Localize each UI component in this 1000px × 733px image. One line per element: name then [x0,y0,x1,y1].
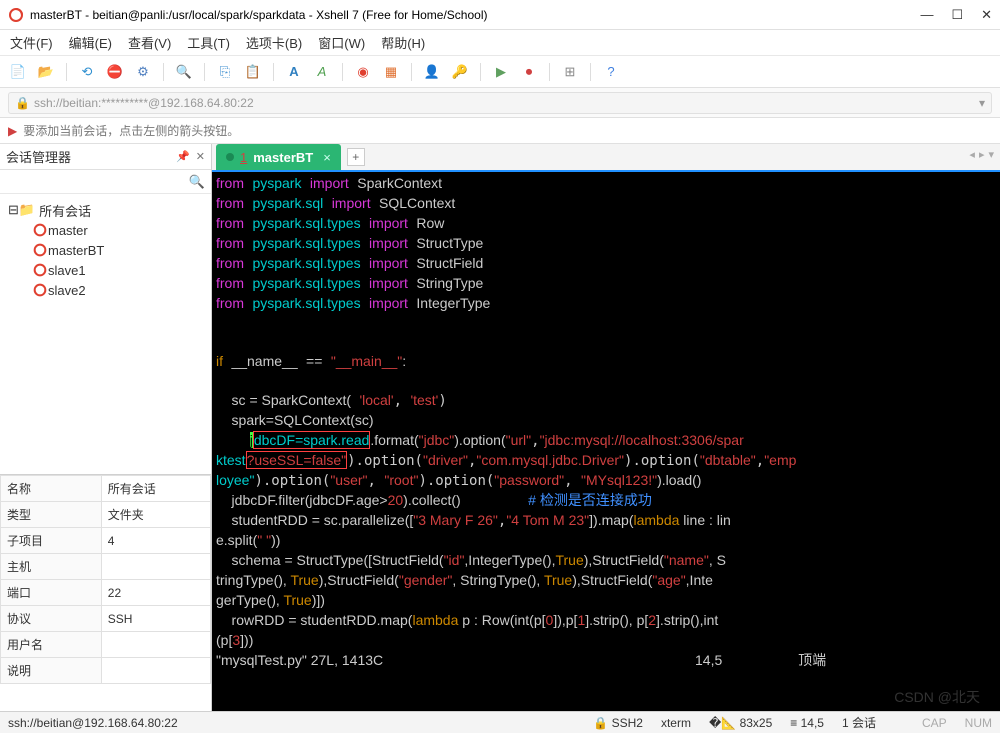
tree-root[interactable]: ⊟ 📁 所有会话 [4,200,207,220]
menu-tools[interactable]: 工具(T) [187,33,230,52]
tabbar: 1 masterBT × + ◂ ▸ ▾ [212,144,1000,172]
swirl-icon[interactable]: ◉ [353,62,373,82]
tab-status-icon [226,153,234,161]
reconnect-icon[interactable]: ⟲ [77,62,97,82]
help-icon[interactable]: ? [601,62,621,82]
session-icon [32,242,48,258]
session-manager-title: 会话管理器 [6,147,71,166]
flag-icon: ▶ [8,124,17,138]
session-item[interactable]: slave1 [4,260,207,280]
collapse-icon: ⊟ [8,202,19,218]
session-manager-header: 会话管理器 📌 ✕ [0,144,211,170]
new-session-icon[interactable]: 📄 [8,62,28,82]
prop-row: 名称所有会话 [1,476,211,502]
open-icon[interactable]: 📂 [36,62,56,82]
status-cursor: ≡ 14,5 [790,716,824,730]
script-icon[interactable]: ▶ [491,62,511,82]
session-icon [32,282,48,298]
disconnect-icon[interactable]: ⛔ [105,62,125,82]
prop-row: 主机 [1,554,211,580]
add-tab-button[interactable]: + [347,148,365,166]
menu-window[interactable]: 窗口(W) [318,33,365,52]
minimize-button[interactable]: — [920,7,933,23]
status-path: ssh://beitian@192.168.64.80:22 [8,716,178,730]
terminal[interactable]: from pyspark import SparkContext from py… [212,172,1000,711]
status-size: �📐 83x25 [709,716,772,730]
menu-view[interactable]: 查看(V) [128,33,171,52]
font-icon[interactable]: A [284,62,304,82]
content-area: 1 masterBT × + ◂ ▸ ▾ from pyspark import… [212,144,1000,711]
status-cap: CAP [922,716,947,730]
menu-tabs[interactable]: 选项卡(B) [246,33,302,52]
color-icon[interactable]: A [312,62,332,82]
toolbar: 📄 📂 ⟲ ⛔ ⚙ 🔍 ⎘ 📋 A A ◉ ▦ 👤 🔑 ▶ ⏺ ⊞ ? [0,56,1000,88]
grid-icon[interactable]: ▦ [381,62,401,82]
tab-close-icon[interactable]: × [323,150,331,165]
sidebar: 会话管理器 📌 ✕ 🔍 ⊟ 📁 所有会话 master masterBT [0,144,212,711]
props-icon[interactable]: ⚙ [133,62,153,82]
statusbar: ssh://beitian@192.168.64.80:22 🔒 SSH2 xt… [0,711,1000,733]
tab-active[interactable]: 1 masterBT × [216,144,341,170]
address-input[interactable]: 🔒 ssh://beitian:**********@192.168.64.80… [8,92,992,114]
magnifier-icon: 🔍 [189,174,205,190]
folder-icon: 📁 [19,202,35,218]
pin-icon[interactable]: 📌 [176,150,190,163]
paste-icon[interactable]: 📋 [243,62,263,82]
prop-row: 子项目4 [1,528,211,554]
session-tree: ⊟ 📁 所有会话 master masterBT slave1 slave2 [0,194,211,474]
lock-icon: 🔒 [15,96,30,110]
status-num: NUM [965,716,992,730]
prop-row: 类型文件夹 [1,502,211,528]
titlebar: masterBT - beitian@panli:/usr/local/spar… [0,0,1000,30]
menu-edit[interactable]: 编辑(E) [69,33,112,52]
close-button[interactable]: ✕ [981,7,992,23]
session-icon [32,222,48,238]
search-icon[interactable]: 🔍 [174,62,194,82]
addressbar: 🔒 ssh://beitian:**********@192.168.64.80… [0,88,1000,118]
tab-next-icon[interactable]: ▸ [979,148,985,161]
status-proto: 🔒 SSH2 [593,716,643,730]
tab-nav: ◂ ▸ ▾ [969,148,994,161]
menu-help[interactable]: 帮助(H) [381,33,425,52]
user-icon[interactable]: 👤 [422,62,442,82]
session-search[interactable]: 🔍 [0,170,211,194]
session-item[interactable]: masterBT [4,240,207,260]
session-item[interactable]: master [4,220,207,240]
status-term: xterm [661,716,691,730]
address-text: ssh://beitian:**********@192.168.64.80:2… [34,96,254,110]
hint-bar: ▶ 要添加当前会话，点击左侧的箭头按钮。 [0,118,1000,144]
tab-menu-icon[interactable]: ▾ [988,148,994,161]
status-sessions: 1 会话 [842,714,876,731]
session-item[interactable]: slave2 [4,280,207,300]
properties-panel: 名称所有会话 类型文件夹 子项目4 主机 端口22 协议SSH 用户名 说明 [0,474,211,684]
maximize-button[interactable]: ☐ [951,7,963,23]
copy-icon[interactable]: ⎘ [215,62,235,82]
key-icon[interactable]: 🔑 [450,62,470,82]
window-title: masterBT - beitian@panli:/usr/local/spar… [30,8,920,22]
prop-row: 协议SSH [1,606,211,632]
record-icon[interactable]: ⏺ [519,62,539,82]
hint-text: 要添加当前会话，点击左侧的箭头按钮。 [23,122,239,139]
prop-row: 端口22 [1,580,211,606]
panel-close-icon[interactable]: ✕ [196,150,205,163]
prop-row: 说明 [1,658,211,684]
tab-prev-icon[interactable]: ◂ [969,148,975,161]
session-icon [32,262,48,278]
menu-file[interactable]: 文件(F) [10,33,53,52]
menubar: 文件(F) 编辑(E) 查看(V) 工具(T) 选项卡(B) 窗口(W) 帮助(… [0,30,1000,56]
app-icon [8,7,24,23]
prop-row: 用户名 [1,632,211,658]
layout-icon[interactable]: ⊞ [560,62,580,82]
address-chevron-icon[interactable]: ▾ [979,96,985,110]
